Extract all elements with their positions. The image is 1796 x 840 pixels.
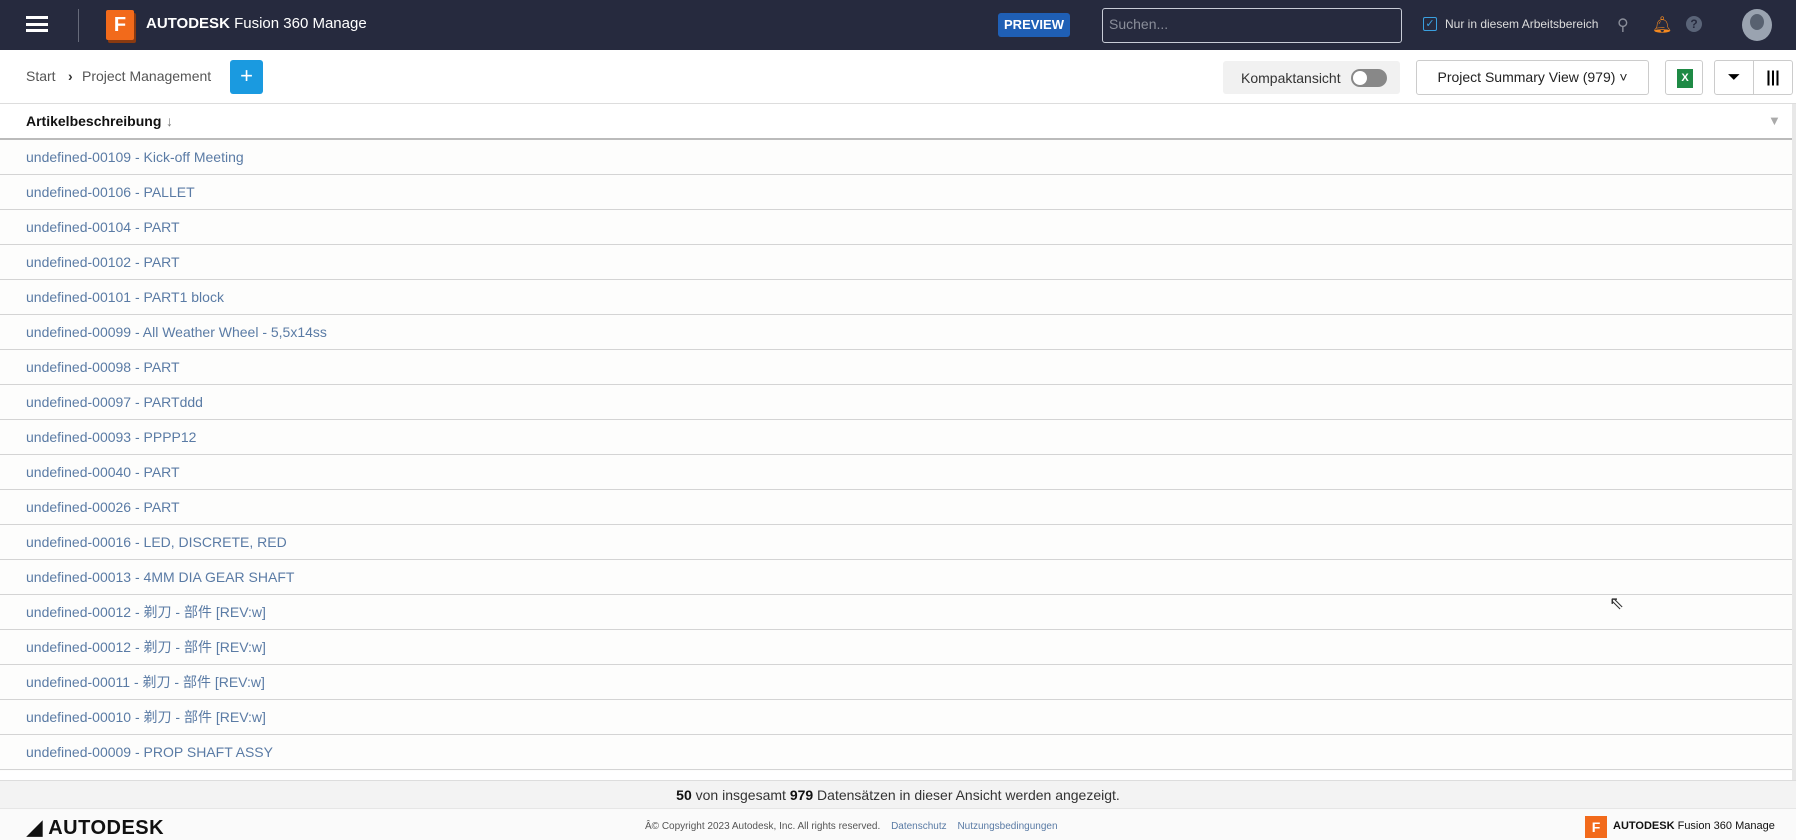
sort-arrow-icon[interactable]: ↓: [166, 113, 173, 129]
funnel-icon: ⏷: [1727, 69, 1741, 86]
table-row[interactable]: undefined-00013 - 4MM DIA GEAR SHAFT: [0, 560, 1792, 595]
hamburger-menu-icon[interactable]: [26, 16, 48, 32]
table-body: undefined-00109 - Kick-off Meeting undefi…: [0, 140, 1792, 771]
divider: [78, 9, 79, 42]
table-row[interactable]: undefined-00101 - PART1 block: [0, 280, 1792, 315]
top-navigation-bar: F AUTODESK Fusion 360 Manage PREVIEW ✓ N…: [0, 0, 1796, 50]
table-row[interactable]: undefined-00009 - PROP SHAFT ASSY: [0, 735, 1792, 770]
table-row[interactable]: undefined-00012 - 剃刀 - 部件 [REV:w]: [0, 595, 1792, 630]
table-row[interactable]: undefined-00098 - PART: [0, 350, 1792, 385]
terms-link[interactable]: Nutzungsbedingungen: [957, 821, 1057, 832]
table-row[interactable]: undefined-00011 - 剃刀 - 部件 [REV:w]: [0, 665, 1792, 700]
fusion-footer-logo-icon: F: [1585, 816, 1607, 838]
status-text-mid: von insgesamt: [691, 787, 790, 803]
table-row[interactable]: undefined-00109 - Kick-off Meeting: [0, 140, 1792, 175]
table-row[interactable]: undefined-00106 - PALLET: [0, 175, 1792, 210]
fusion-logo-icon[interactable]: F: [106, 10, 134, 40]
page-toolbar: Start › Project Management + Kompaktansi…: [0, 50, 1796, 104]
vertical-scrollbar[interactable]: [1792, 104, 1796, 780]
excel-export-button[interactable]: X: [1665, 60, 1703, 95]
footer-brand: AUTODESK Fusion 360 Manage: [1613, 820, 1775, 832]
table-row[interactable]: undefined-00097 - PARTddd: [0, 385, 1792, 420]
help-icon[interactable]: ?: [1686, 16, 1702, 32]
excel-icon: X: [1677, 69, 1693, 88]
table-row[interactable]: undefined-00010 - 剃刀 - 部件 [REV:w]: [0, 700, 1792, 735]
footer-brand-bold: AUTODESK: [1613, 820, 1675, 832]
table-row[interactable]: undefined-00102 - PART: [0, 245, 1792, 280]
table-row[interactable]: undefined-00040 - PART: [0, 455, 1792, 490]
logo-mark-icon: ◢: [27, 817, 43, 839]
table-row[interactable]: undefined-00093 - PPPP12: [0, 420, 1792, 455]
table-row[interactable]: undefined-00016 - LED, DISCRETE, RED: [0, 525, 1792, 560]
toggle-switch[interactable]: [1351, 69, 1387, 87]
table-row[interactable]: undefined-00099 - All Weather Wheel - 5,…: [0, 315, 1792, 350]
autodesk-logo-text: AUTODESK: [48, 817, 165, 839]
breadcrumb-chevron-icon: ›: [68, 68, 73, 84]
columns-button[interactable]: |||: [1753, 61, 1792, 94]
columns-icon: |||: [1766, 69, 1780, 86]
table-row[interactable]: undefined-00104 - PART: [0, 210, 1792, 245]
breadcrumb-project-management: Project Management: [82, 68, 212, 84]
shown-count: 50: [676, 787, 692, 803]
privacy-link[interactable]: Datenschutz: [891, 821, 947, 832]
copyright-text: Â© Copyright 2023 Autodesk, Inc. All rig…: [645, 821, 881, 832]
column-filter-icon[interactable]: ▼: [1768, 113, 1781, 128]
view-selector-label: Project Summary View (979): [1437, 69, 1616, 85]
column-header-artikelbeschreibung[interactable]: Artikelbeschreibung: [26, 113, 161, 129]
workspace-scope-checkbox[interactable]: ✓: [1423, 17, 1437, 31]
notification-bell-icon[interactable]: 🔔︎: [1652, 15, 1672, 35]
user-avatar[interactable]: [1742, 9, 1772, 41]
footer-brand-product: Fusion 360 Manage: [1677, 820, 1775, 832]
compact-view-toggle[interactable]: Kompaktansicht: [1223, 61, 1400, 94]
mouse-cursor-icon: ⇖: [1609, 593, 1625, 613]
add-item-button[interactable]: +: [230, 60, 263, 94]
status-text-end: Datensätzen in dieser Ansicht werden ang…: [813, 787, 1120, 803]
breadcrumb-start[interactable]: Start: [26, 68, 56, 84]
view-options-group: ⏷ |||: [1714, 60, 1793, 95]
autodesk-logo: ◢ AUTODESK: [27, 815, 164, 840]
brand-bold: AUTODESK: [146, 15, 230, 32]
workspace-scope-label[interactable]: Nur in diesem Arbeitsbereich: [1445, 17, 1598, 31]
view-selector-dropdown[interactable]: Project Summary View (979) ˅: [1416, 60, 1649, 95]
compact-view-label: Kompaktansicht: [1241, 70, 1341, 86]
total-count: 979: [789, 787, 814, 803]
filter-button[interactable]: ⏷: [1715, 61, 1753, 94]
table-row[interactable]: undefined-00026 - PART: [0, 490, 1792, 525]
table-row[interactable]: undefined-00012 - 剃刀 - 部件 [REV:w]: [0, 630, 1792, 665]
preview-badge[interactable]: PREVIEW: [998, 13, 1070, 37]
search-input[interactable]: [1109, 16, 1259, 32]
table-header: Artikelbeschreibung ↓ ▼: [0, 104, 1792, 140]
record-count-status: 50 von insgesamt 979 Datensätzen in dies…: [0, 780, 1796, 808]
app-title[interactable]: AUTODESK Fusion 360 Manage: [146, 15, 367, 32]
footer: ◢ AUTODESK Â© Copyright 2023 Autodesk, I…: [0, 808, 1796, 840]
search-icon[interactable]: ⚲: [1617, 15, 1629, 35]
chevron-down-icon: ˅: [1619, 69, 1628, 85]
copyright: Â© Copyright 2023 Autodesk, Inc. All rig…: [645, 821, 1058, 832]
brand-product: Fusion 360 Manage: [234, 15, 367, 32]
search-box: [1102, 8, 1402, 43]
